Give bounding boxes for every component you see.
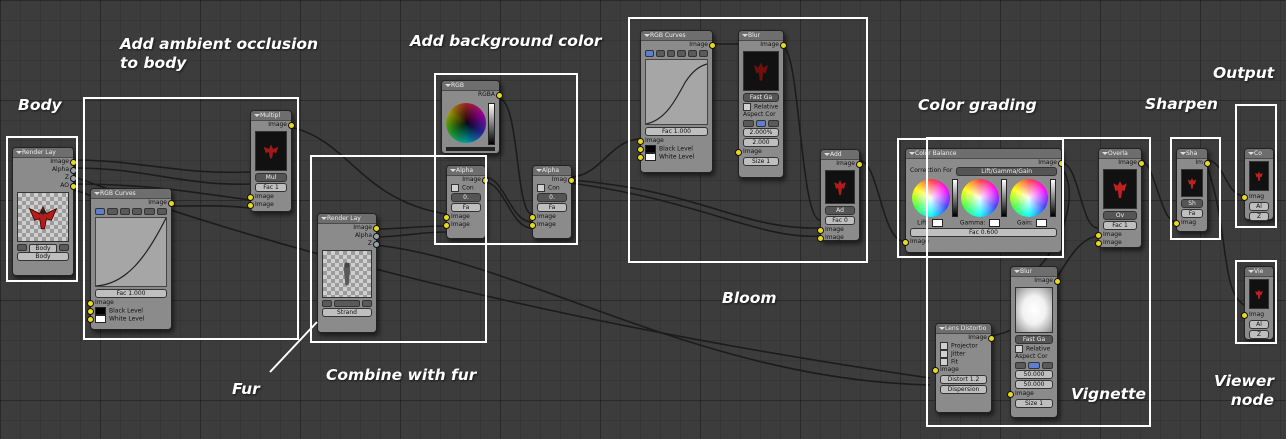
viewer-node-label-line2: node	[1230, 391, 1275, 409]
viewer-group-box	[1235, 260, 1277, 344]
body-label: Body	[18, 96, 62, 114]
bloom-label: Bloom	[722, 289, 777, 307]
ambient-occlusion-group-box	[83, 97, 299, 340]
ambient-occlusion-label-line1: Add ambient occlusion	[120, 35, 319, 53]
background-color-label: Add background color	[410, 32, 602, 50]
background-color-group-box	[434, 73, 578, 245]
vignette-label: Vignette	[1071, 385, 1147, 403]
bloom-group-box	[628, 17, 868, 263]
fur-label: Fur	[232, 380, 260, 398]
viewer-node-label-line1: Viewer	[1214, 372, 1275, 390]
body-group-box	[6, 136, 78, 282]
viewer-node-label: Viewer node	[1214, 372, 1274, 410]
ambient-occlusion-label: Add ambient occlusion to body	[120, 35, 318, 73]
color-grading-label: Color grading	[918, 96, 1037, 114]
vignette-group-box	[926, 137, 1151, 427]
output-group-box	[1235, 104, 1277, 228]
sharpen-group-box	[1170, 137, 1221, 240]
sharpen-label: Sharpen	[1145, 95, 1218, 113]
combine-with-fur-label: Combine with fur	[326, 366, 477, 384]
output-label: Output	[1213, 64, 1275, 82]
ambient-occlusion-label-line2: to body	[120, 54, 187, 72]
node-editor-canvas[interactable]: Render Lay Image Alpha Z AO Body Body RG…	[0, 0, 1286, 439]
